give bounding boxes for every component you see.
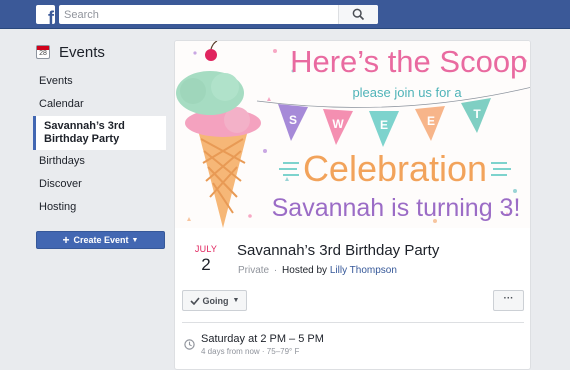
banner-letter: W — [332, 117, 344, 131]
banner-letter: E — [380, 118, 388, 132]
cover-celebration-text: Celebration — [303, 148, 487, 189]
divider — [182, 322, 524, 323]
sidebar-item-birthdays[interactable]: Birthdays — [33, 150, 166, 173]
sidebar-item-hosting[interactable]: Hosting — [33, 196, 166, 219]
event-month: JULY — [194, 244, 218, 254]
event-privacy: Private — [238, 265, 270, 276]
banner-letter: E — [427, 114, 435, 128]
cover-headline: Here’s the Scoop! — [290, 44, 531, 79]
event-card: Here’s the Scoop! please join us for a S… — [174, 40, 531, 370]
facebook-logo-icon[interactable]: f — [36, 5, 55, 24]
search-input[interactable] — [59, 5, 339, 25]
plus-icon: + — [62, 233, 70, 247]
sidebar-item-events[interactable]: Events — [33, 70, 166, 93]
cover-turning-text: Savannah is turning 3! — [272, 194, 521, 222]
banner-letter: S — [289, 113, 297, 127]
event-day: 2 — [201, 255, 211, 274]
top-bar: f — [0, 0, 570, 29]
banner-letter: T — [473, 107, 481, 121]
event-time: Saturday at 2 PM – 5 PM — [201, 333, 324, 345]
create-event-label: Create Event — [73, 235, 129, 245]
hosted-by-label: Hosted by — [282, 265, 328, 276]
event-time-detail: 4 days from now · 75–79° F — [201, 347, 300, 356]
host-link[interactable]: Lilly Thompson — [330, 265, 397, 276]
more-options-button[interactable]: ··· — [493, 290, 524, 311]
going-button[interactable]: Going ▼ — [182, 290, 247, 311]
sidebar-item-discover[interactable]: Discover — [33, 173, 166, 196]
cover-illustration: Here’s the Scoop! please join us for a S… — [175, 41, 531, 228]
sidebar-nav: Events Calendar Savannah’s 3rd Birthday … — [33, 70, 166, 219]
calendar-icon: 28 — [36, 45, 50, 59]
event-title: Savannah’s 3rd Birthday Party — [237, 242, 440, 259]
cover-subline: please join us for a — [352, 85, 462, 100]
caret-down-icon: ▼ — [232, 297, 240, 304]
going-label: Going — [202, 295, 229, 306]
sidebar-title: Events — [59, 43, 105, 61]
event-cover-photo[interactable]: Here’s the Scoop! please join us for a S… — [175, 41, 531, 228]
event-date: JULY 2 — [191, 244, 221, 275]
event-meta: Private · Hosted by Lilly Thompson — [238, 265, 397, 276]
checkmark-icon — [189, 296, 200, 305]
clock-icon — [184, 339, 195, 350]
search-icon — [352, 8, 365, 21]
sidebar-header: 28 Events — [36, 43, 105, 61]
search-button[interactable] — [338, 5, 378, 24]
sidebar-item-current-event[interactable]: Savannah’s 3rd Birthday Party — [33, 116, 166, 150]
caret-down-icon: ▼ — [131, 236, 139, 244]
meta-separator: · — [273, 265, 278, 276]
create-event-button[interactable]: + Create Event ▼ — [36, 231, 165, 249]
search-box — [59, 5, 378, 25]
sidebar-item-calendar[interactable]: Calendar — [33, 93, 166, 116]
